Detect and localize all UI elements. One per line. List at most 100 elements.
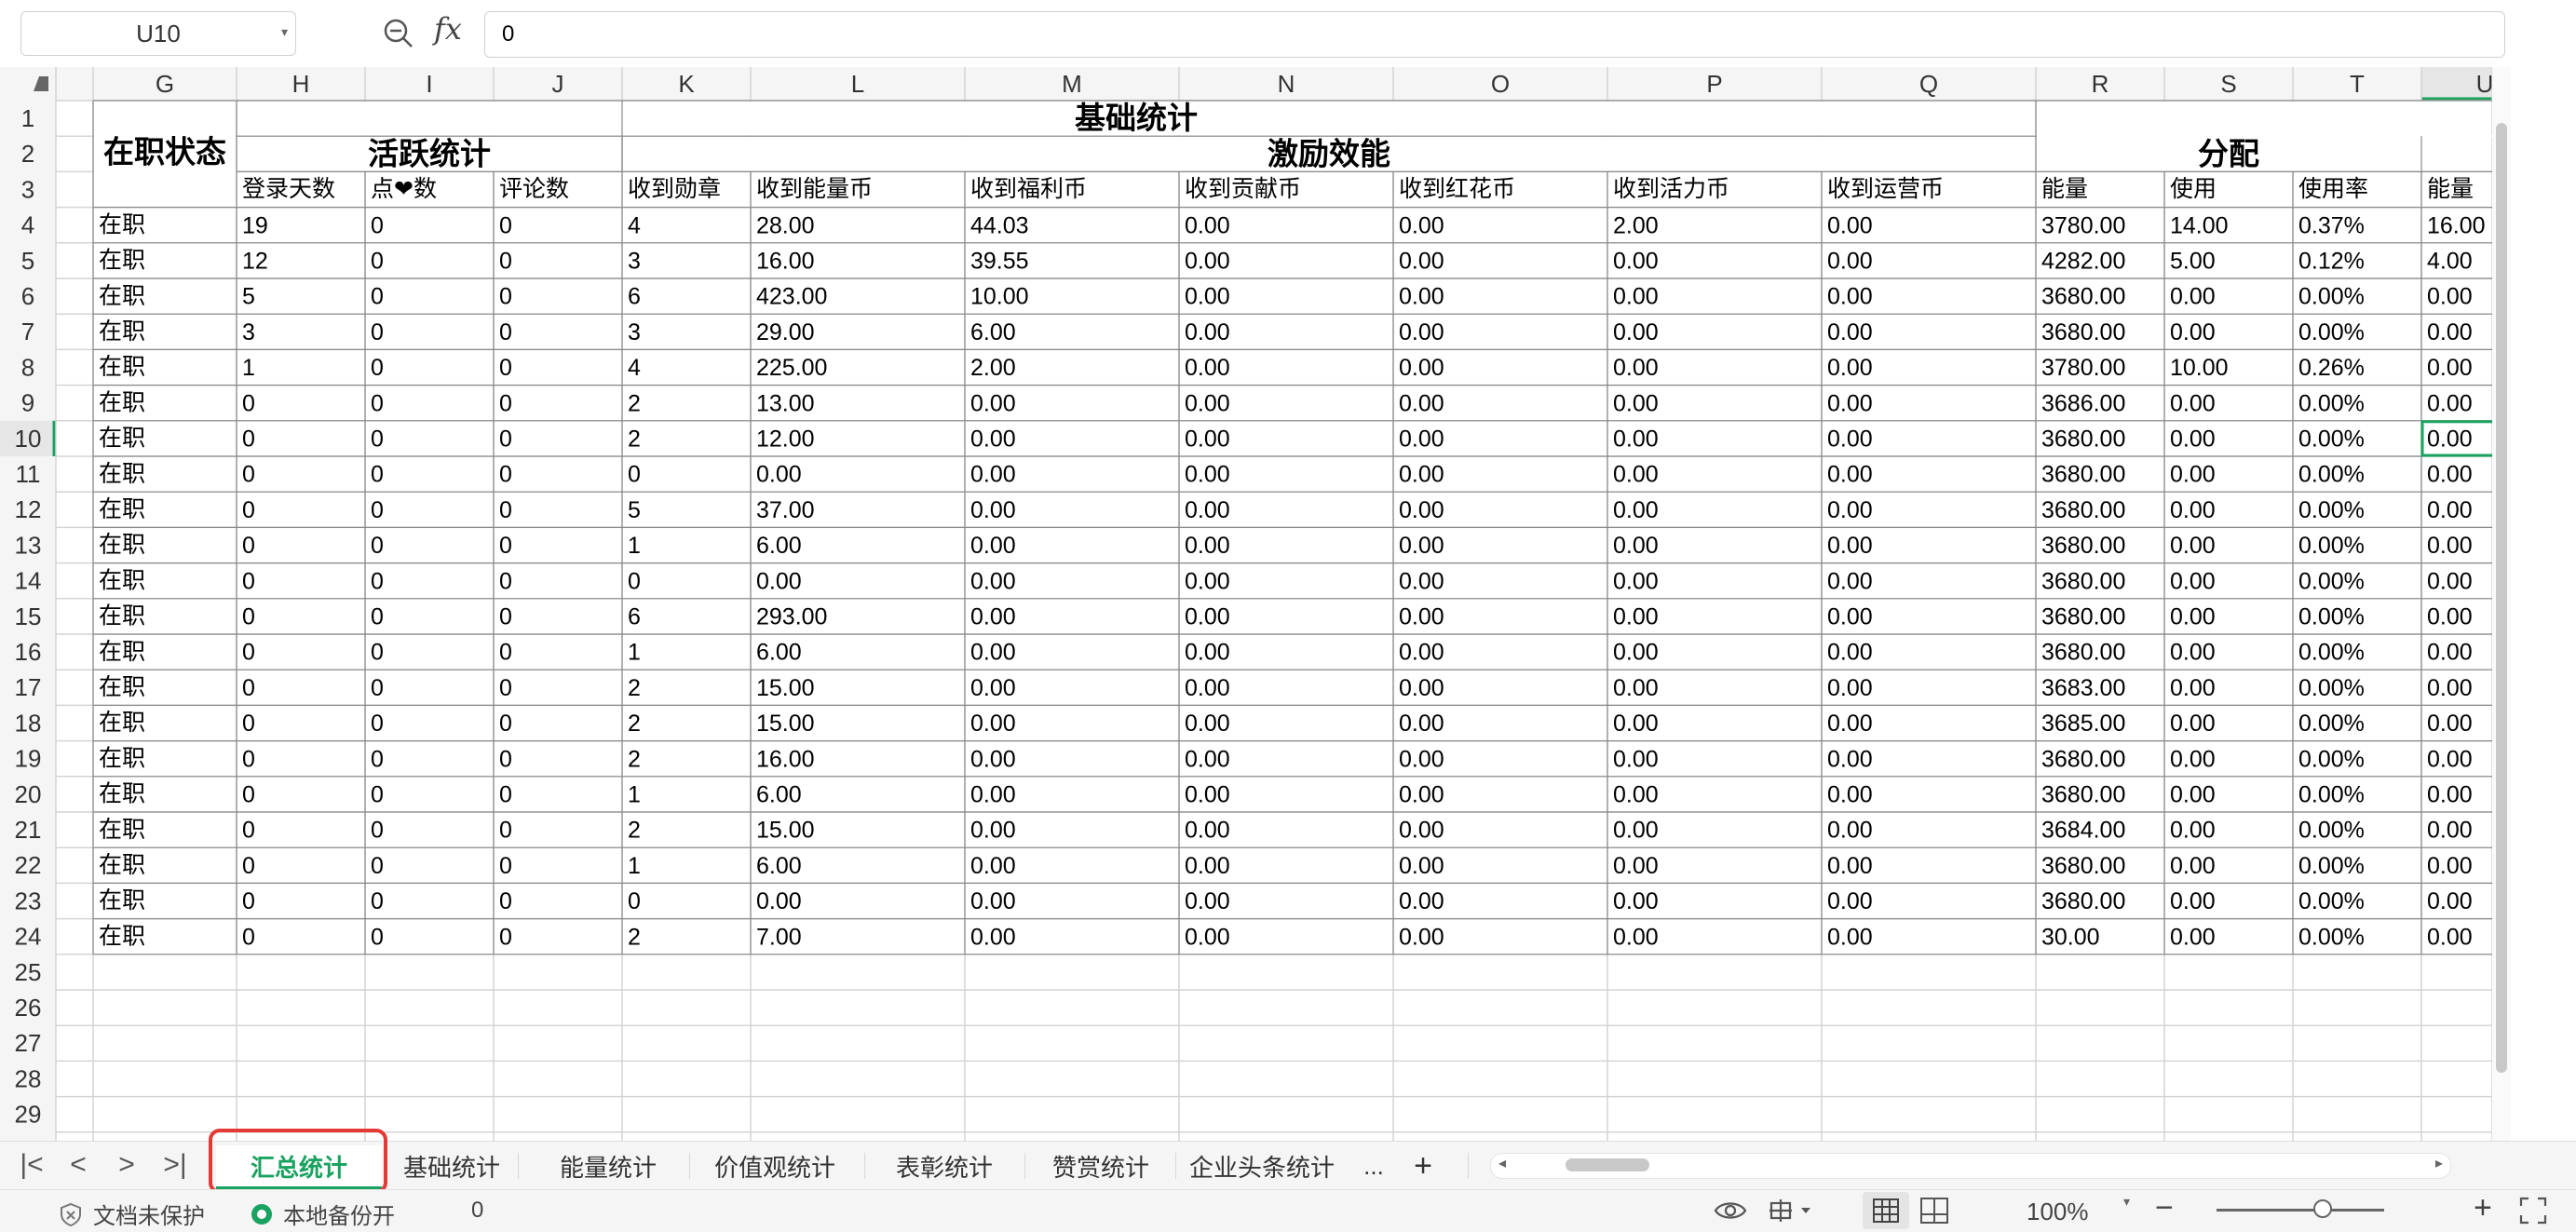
scroll-left-icon[interactable]: ◂ <box>1498 1154 1506 1172</box>
data-cell: 0 <box>371 497 384 523</box>
name-box[interactable]: U10 ▾ <box>20 11 296 56</box>
status-cell: 在职 <box>99 496 145 522</box>
data-cell: 2.00 <box>970 355 1016 381</box>
sheet-tab-appreciation[interactable]: 赞赏统计 <box>1036 1145 1166 1186</box>
data-cell: 0 <box>242 853 255 879</box>
data-cell: 5 <box>628 497 641 523</box>
data-cell: 0.00 <box>2170 462 2216 488</box>
scroll-right-icon[interactable]: ▸ <box>2435 1154 2443 1172</box>
zoom-in-button[interactable]: + <box>2474 1190 2492 1226</box>
data-cell: 0.00 <box>1399 426 1444 453</box>
data-cell: 0.00 <box>1827 818 1873 844</box>
status-cell: 在职 <box>99 426 145 452</box>
sheet-tab-commendation[interactable]: 表彰统计 <box>879 1145 1010 1186</box>
normal-view-button[interactable] <box>1863 1192 1909 1229</box>
data-cell: 0.00 <box>970 533 1016 559</box>
data-cell: 7.00 <box>756 924 802 950</box>
data-cell: 0.00 <box>1613 497 1659 523</box>
backup-status[interactable]: 本地备份开 <box>250 1198 395 1230</box>
data-cell: 0.00 <box>1185 284 1230 310</box>
page-break-view-icon[interactable] <box>1918 1196 1950 1225</box>
fullscreen-icon[interactable] <box>2518 1196 2548 1225</box>
vertical-scrollbar[interactable] <box>2492 67 2511 1141</box>
add-sheet-button[interactable]: + <box>1403 1145 1444 1186</box>
zoom-out-icon[interactable] <box>380 15 417 52</box>
data-cell: 0.00 <box>970 924 1016 950</box>
sheet-tab-energy[interactable]: 能量统计 <box>544 1145 672 1186</box>
more-sheets-button[interactable]: ... <box>1352 1145 1395 1186</box>
data-cell: 0 <box>371 355 384 381</box>
data-cell: 0.00 <box>1185 675 1230 701</box>
data-cell: 0.00 <box>2170 533 2216 559</box>
data-cell: 0.00 <box>2170 746 2216 772</box>
function-icon[interactable]: fx <box>434 11 462 47</box>
status-cell: 在职 <box>99 781 145 807</box>
sheet-tab-values[interactable]: 价值观统计 <box>700 1145 849 1186</box>
chevron-down-icon[interactable]: ▾ <box>281 24 288 40</box>
grid-canvas[interactable]: G H I J K L M N O P Q R S T U1234567891011121314151617… <box>0 67 2492 1141</box>
data-cell: 0 <box>371 818 384 844</box>
column-header-K: K <box>678 70 695 98</box>
sheet-tab-headlines[interactable]: 企业头条统计 <box>1183 1145 1341 1186</box>
formula-input[interactable]: 0 <box>484 11 2505 58</box>
data-cell: 0 <box>371 284 384 310</box>
horizontal-scrollbar-thumb[interactable] <box>1566 1158 1649 1171</box>
data-cell: 6.00 <box>756 533 802 559</box>
horizontal-scrollbar[interactable]: ◂ ▸ <box>1490 1153 2451 1179</box>
data-cell: 6.00 <box>756 853 802 879</box>
sheet-grid[interactable]: G H I J K L M N O P Q R S T U 1 2 3 4 5 6 7 8 9 10 11 12 13 14 15 16 17… <box>0 67 2492 1141</box>
reading-mode-icon[interactable] <box>1766 1196 1814 1225</box>
status-cell: 在职 <box>99 639 145 665</box>
data-cell: 423.00 <box>756 284 827 310</box>
data-cell: 0.00 <box>1827 746 1873 772</box>
first-sheet-button[interactable]: |< <box>15 1149 48 1181</box>
data-cell: 0.00 <box>2170 675 2216 701</box>
data-cell: 0.00 <box>2170 604 2216 630</box>
data-cell: 0.00 <box>1185 818 1230 844</box>
data-cell: 0.00 <box>1827 924 1873 950</box>
zoom-slider[interactable] <box>2217 1209 2384 1212</box>
sheet-tab-basic[interactable]: 基础统计 <box>387 1145 516 1186</box>
data-cell: 0.00 <box>1613 711 1659 737</box>
data-cell: 0.00% <box>2298 675 2365 701</box>
zoom-slider-handle[interactable] <box>2313 1199 2332 1218</box>
zoom-level[interactable]: 100% <box>2027 1198 2089 1226</box>
last-sheet-button[interactable]: >| <box>158 1149 192 1181</box>
data-cell: 0 <box>371 853 384 879</box>
data-cell: 3680.00 <box>2041 640 2125 666</box>
data-cell: 0.00 <box>1399 212 1444 238</box>
data-cell: 0.00 <box>2427 533 2473 559</box>
data-cell: 6 <box>628 284 641 310</box>
zoom-out-button[interactable]: − <box>2155 1190 2174 1226</box>
data-cell: 0 <box>371 782 384 808</box>
vertical-scrollbar-thumb[interactable] <box>2496 123 2507 1073</box>
data-cell: 0.00 <box>1827 568 1873 594</box>
data-cell: 0.00 <box>1827 640 1873 666</box>
data-cell: 0 <box>499 888 512 914</box>
data-cell: 0 <box>499 533 512 559</box>
data-cell: 15.00 <box>756 711 815 737</box>
data-cell: 10.00 <box>970 284 1029 310</box>
data-cell: 0 <box>242 604 255 630</box>
data-cell: 15.00 <box>756 818 815 844</box>
row-header-23: 23 <box>15 887 42 914</box>
data-cell: 0 <box>242 497 255 523</box>
data-cell: 3684.00 <box>2041 818 2125 844</box>
column-header-P: P <box>1706 70 1722 98</box>
protection-status[interactable]: 文档未保护 <box>58 1198 205 1230</box>
zoom-dropdown-icon[interactable]: ▾ <box>2123 1194 2130 1210</box>
data-cell: 0.00 <box>1185 355 1230 381</box>
next-sheet-button[interactable]: > <box>110 1149 143 1181</box>
data-cell: 29.00 <box>756 319 815 345</box>
backup-label: 本地备份开 <box>283 1204 395 1229</box>
prev-sheet-button[interactable]: < <box>61 1149 95 1181</box>
row-header-21: 21 <box>15 816 42 844</box>
data-cell: 6 <box>628 604 641 630</box>
data-cell: 0.00 <box>1185 782 1230 808</box>
data-cell: 3680.00 <box>2041 319 2125 345</box>
data-cell: 0.00% <box>2298 711 2365 737</box>
data-cell: 0 <box>628 462 641 488</box>
data-cell: 0.00 <box>1185 212 1230 238</box>
data-cell: 0 <box>371 249 384 275</box>
eye-protection-icon[interactable] <box>1712 1196 1749 1225</box>
